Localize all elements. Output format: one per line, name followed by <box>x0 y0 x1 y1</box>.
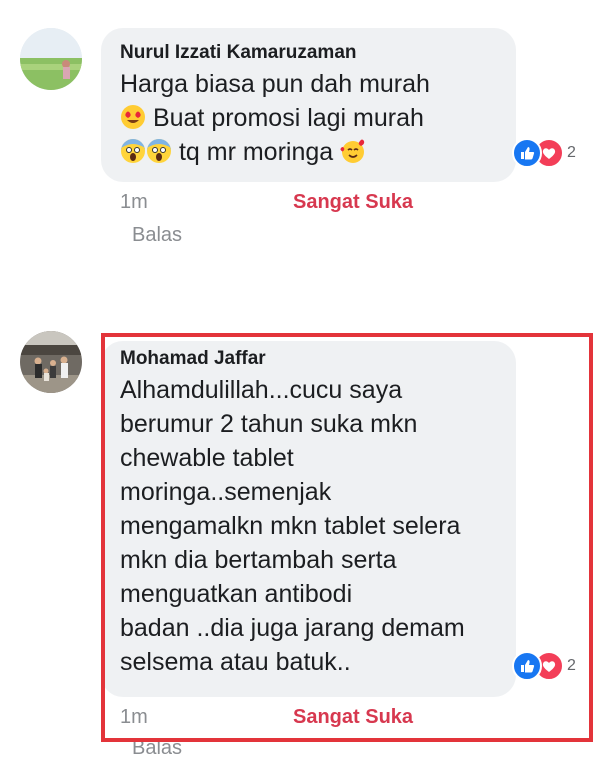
reaction-count: 2 <box>567 144 576 161</box>
comment-text: Harga biasa pun dah murah Buat promosi l… <box>120 67 430 169</box>
avatar[interactable] <box>20 331 82 393</box>
like-icon <box>512 651 542 681</box>
reply-button[interactable]: Balas <box>132 224 182 247</box>
avatar[interactable] <box>20 28 82 90</box>
heart-eyes-emoji <box>120 104 146 130</box>
screaming-face-emoji <box>146 138 172 164</box>
reaction-button[interactable]: Sangat Suka <box>293 191 413 214</box>
screaming-face-emoji <box>120 138 146 164</box>
comment-timestamp[interactable]: 1m <box>120 191 148 214</box>
comment-author[interactable]: Nurul Izzati Kamaruzaman <box>120 42 357 64</box>
reaction-summary[interactable]: 2 <box>512 138 576 168</box>
highlight-box <box>101 333 593 742</box>
comment-line: tq mr moringa <box>178 138 334 166</box>
comment-line: Harga biasa pun dah murah <box>120 70 430 98</box>
smiling-hearts-emoji <box>340 138 366 164</box>
like-icon <box>512 138 542 168</box>
comment-line: Buat promosi lagi murah <box>152 104 424 132</box>
